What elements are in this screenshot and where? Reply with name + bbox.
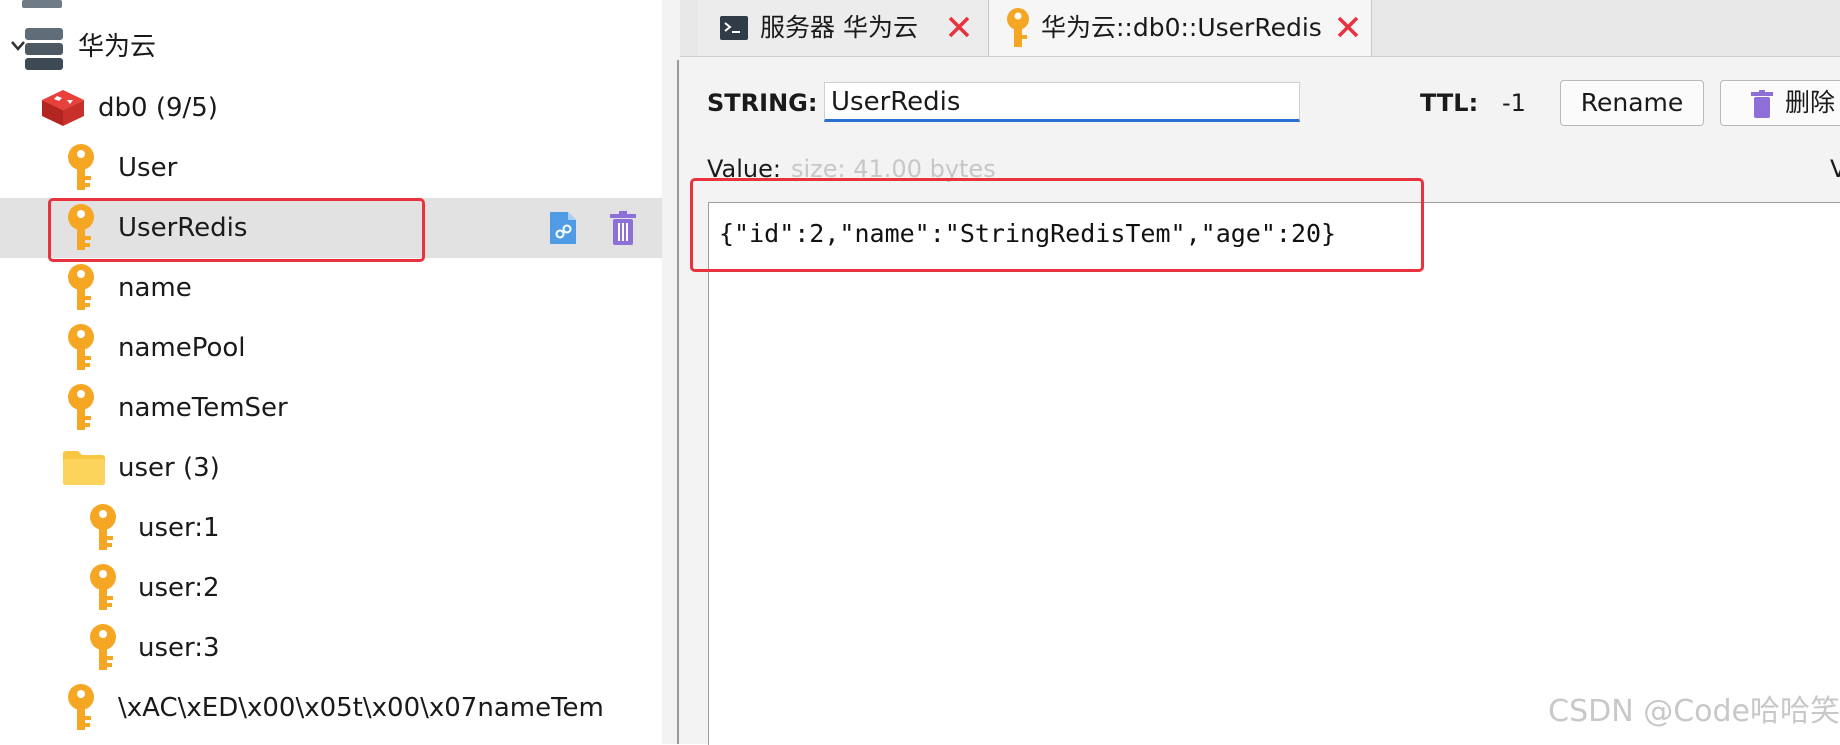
key-icon bbox=[88, 504, 118, 552]
key-editor-panel: 服务器 华为云 华为云::db0::UserRedis STRING: User… bbox=[680, 0, 1840, 745]
tree-key-label: \xAC\xED\x00\x05t\x00\x07nameTem bbox=[118, 693, 604, 723]
tree-key-label: nameTemSer bbox=[118, 393, 288, 423]
trash-icon bbox=[1751, 90, 1773, 118]
tree-key-row[interactable]: \xAC\xED\x00\x05t\x00\x07nameTem bbox=[0, 678, 662, 738]
close-icon[interactable] bbox=[1337, 16, 1359, 38]
redis-db-icon bbox=[40, 88, 86, 128]
scrollbar-track[interactable] bbox=[677, 60, 679, 744]
key-tree-panel: 华为云 db0 (9/5) User UserRedis name namePo… bbox=[0, 0, 662, 744]
tree-key-label: namePool bbox=[118, 333, 246, 363]
tree-folder-label: user (3) bbox=[118, 453, 220, 483]
tree-database-label: db0 (9/5) bbox=[98, 93, 218, 123]
tree-key-row[interactable]: User bbox=[0, 138, 662, 198]
tree-key-label: user:2 bbox=[138, 573, 220, 603]
tab-bar: 服务器 华为云 华为云::db0::UserRedis bbox=[680, 0, 1840, 57]
key-icon bbox=[66, 384, 96, 432]
tree-key-row[interactable]: user:3 bbox=[0, 618, 662, 678]
tab-label: 服务器 华为云 bbox=[760, 13, 918, 42]
tree-folder-row[interactable]: user (3) bbox=[0, 438, 662, 498]
selected-key-highlight bbox=[48, 198, 425, 262]
tree-key-row[interactable]: user:1 bbox=[0, 498, 662, 558]
tree-key-row[interactable]: name bbox=[0, 258, 662, 318]
key-icon bbox=[88, 624, 118, 672]
key-icon bbox=[88, 564, 118, 612]
ttl-label: TTL: bbox=[1420, 89, 1479, 117]
server-icon-partial bbox=[22, 0, 62, 10]
tree-database-row[interactable]: db0 (9/5) bbox=[0, 78, 662, 138]
server-icon bbox=[24, 27, 64, 71]
folder-icon bbox=[62, 450, 106, 486]
delete-label: 删除 bbox=[1785, 88, 1836, 117]
tab-label: 华为云::db0::UserRedis bbox=[1041, 13, 1322, 42]
key-icon bbox=[1005, 8, 1031, 48]
tree-key-label: user:1 bbox=[138, 513, 220, 543]
key-icon bbox=[66, 144, 96, 192]
value-highlight bbox=[690, 178, 1424, 272]
copy-link-icon[interactable] bbox=[548, 210, 578, 246]
tree-server-label: 华为云 bbox=[78, 32, 157, 62]
key-name-input[interactable]: UserRedis bbox=[824, 82, 1300, 122]
watermark: CSDN @Code哈哈笑 bbox=[1548, 694, 1840, 729]
key-icon bbox=[66, 684, 96, 732]
tree-server-row[interactable]: 华为云 bbox=[0, 17, 662, 77]
ttl-value[interactable]: -1 bbox=[1502, 86, 1526, 120]
tree-key-row[interactable]: nameTemSer bbox=[0, 378, 662, 438]
tree-key-row[interactable]: namePool bbox=[0, 318, 662, 378]
tree-key-label: user:3 bbox=[138, 633, 220, 663]
value-editor[interactable]: {"id":2,"name":"StringRedisTem","age":20… bbox=[708, 202, 1840, 745]
close-icon[interactable] bbox=[948, 16, 970, 38]
tab-server-console[interactable]: 服务器 华为云 bbox=[698, 0, 989, 56]
terminal-icon bbox=[720, 16, 748, 40]
key-toolbar: STRING: UserRedis TTL: -1 Rename 删除 bbox=[680, 70, 1840, 140]
tab-key-userredis[interactable]: 华为云::db0::UserRedis bbox=[989, 0, 1372, 56]
key-icon bbox=[66, 264, 96, 312]
rename-button[interactable]: Rename bbox=[1560, 80, 1704, 126]
key-type-label: STRING: bbox=[707, 89, 818, 117]
key-icon bbox=[66, 324, 96, 372]
panel-splitter[interactable] bbox=[662, 0, 680, 744]
trash-icon[interactable] bbox=[610, 211, 636, 245]
tree-key-label: User bbox=[118, 153, 178, 183]
tree-key-row[interactable]: user:2 bbox=[0, 558, 662, 618]
view-as-label: V bbox=[1830, 155, 1840, 183]
tree-key-label: name bbox=[118, 273, 192, 303]
delete-button[interactable]: 删除 bbox=[1720, 80, 1840, 126]
